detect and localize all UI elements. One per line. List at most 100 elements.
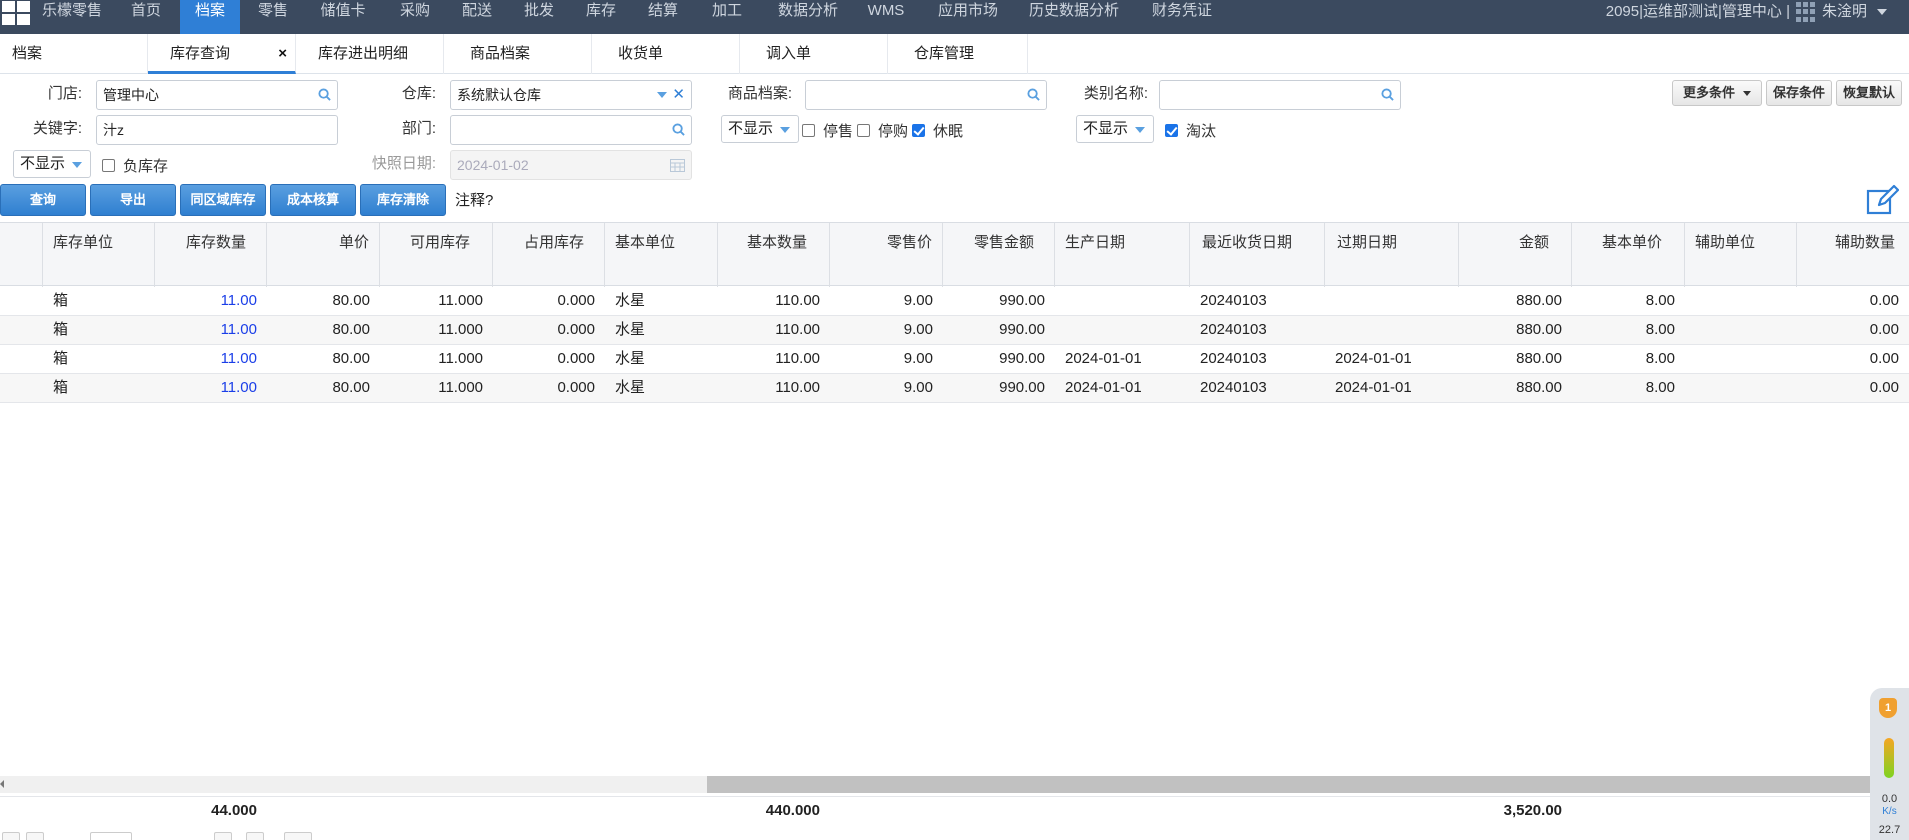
nav-item-distribution[interactable]: 配送 (454, 0, 500, 34)
tab-inventory-query[interactable]: 库存查询 × (148, 34, 296, 74)
table-row[interactable]: 箱 11.00 80.00 11.000 0.000 水星 110.00 9.00 990.00… (0, 316, 1909, 345)
column-header[interactable]: 辅助单位 (1685, 223, 1797, 287)
store-input[interactable]: 管理中心 (96, 80, 338, 110)
column-header[interactable]: 零售金额 (943, 223, 1055, 287)
same-region-stock-button[interactable]: 同区域库存 (180, 184, 266, 216)
first-page-button[interactable] (2, 832, 20, 840)
table-cell: 9.00 (903, 379, 933, 396)
column-header[interactable]: 零售价 (830, 223, 943, 287)
chevron-down-icon[interactable] (1877, 9, 1887, 15)
tab-label: 商品档案 (470, 45, 531, 62)
column-header[interactable]: 最近收货日期 (1190, 223, 1325, 287)
column-header[interactable]: 可用库存 (380, 223, 493, 287)
nav-item-inventory[interactable]: 库存 (578, 0, 624, 34)
nav-item-processing[interactable]: 加工 (704, 0, 750, 34)
column-header[interactable]: 金额 (1459, 223, 1572, 287)
table-row[interactable]: 箱 11.00 80.00 11.000 0.000 水星 110.00 9.00 990.00… (0, 287, 1909, 316)
tab-archive[interactable]: 档案 (0, 34, 148, 74)
nav-item-archive[interactable]: 档案 (180, 0, 240, 34)
scrollbar-thumb[interactable] (707, 776, 1890, 793)
note-link[interactable]: 注释? (455, 189, 493, 210)
nav-item-settlement[interactable]: 结算 (640, 0, 686, 34)
table-cell: 水星 (615, 350, 646, 367)
table-cell: 箱 (53, 379, 69, 396)
search-icon[interactable] (318, 88, 331, 101)
chevron-down-icon[interactable] (657, 92, 667, 98)
column-header[interactable]: 基本单价 (1572, 223, 1685, 287)
table-cell: 水星 (615, 321, 646, 338)
snapshot-date-value: 2024-01-02 (457, 157, 529, 173)
tab-receipt[interactable]: 收货单 (592, 34, 740, 74)
dormant-checkbox[interactable] (912, 124, 925, 137)
keyword-input[interactable]: 汁z (96, 115, 338, 145)
display-select-negative[interactable]: 不显示 (13, 150, 91, 178)
nav-item-history-analysis[interactable]: 历史数据分析 (1024, 0, 1124, 34)
column-header[interactable]: 库存单位 (43, 223, 155, 287)
search-icon[interactable] (672, 123, 685, 136)
nav-item-retail[interactable]: 零售 (250, 0, 296, 34)
prev-page-button[interactable] (26, 832, 44, 840)
calendar-icon (670, 159, 685, 172)
tab-transfer-in[interactable]: 调入单 (740, 34, 888, 74)
last-page-button[interactable] (246, 832, 264, 840)
nav-item-purchase[interactable]: 采购 (392, 0, 438, 34)
brand-name[interactable]: 乐檬零售 (36, 0, 108, 34)
column-header[interactable]: 辅助数量 (1797, 223, 1909, 287)
reset-default-button[interactable]: 恢复默认 (1836, 80, 1902, 106)
nav-item-home[interactable]: 首页 (120, 0, 172, 34)
edit-icon[interactable] (1865, 183, 1899, 217)
apps-grid-icon[interactable] (1795, 2, 1816, 22)
search-icon[interactable] (1027, 88, 1040, 101)
search-icon[interactable] (1381, 88, 1394, 101)
horizontal-scrollbar[interactable] (0, 776, 1890, 793)
clear-icon[interactable]: ✕ (672, 81, 685, 109)
column-header[interactable]: 过期日期 (1325, 223, 1459, 287)
stop-purchase-checkbox[interactable] (857, 124, 870, 137)
scroll-left-icon[interactable] (0, 780, 4, 788)
more-conditions-button[interactable]: 更多条件 (1672, 80, 1762, 106)
app-grid-logo-icon[interactable] (0, 0, 30, 25)
next-page-button[interactable] (214, 832, 232, 840)
tab-product-archive[interactable]: 商品档案 (444, 34, 592, 74)
column-header[interactable]: 基本单位 (605, 223, 718, 287)
table-row[interactable]: 箱 11.00 80.00 11.000 0.000 水星 110.00 9.00 990.00… (0, 345, 1909, 374)
column-header[interactable]: 生产日期 (1055, 223, 1190, 287)
nav-item-data-analysis[interactable]: 数据分析 (770, 0, 846, 34)
negative-stock-checkbox[interactable] (102, 159, 115, 172)
eliminate-checkbox[interactable] (1165, 124, 1178, 137)
save-conditions-button[interactable]: 保存条件 (1766, 80, 1832, 106)
totals-row: 44.000 440.000 3,520.00 (0, 796, 1909, 824)
display-select-eliminate[interactable]: 不显示 (1076, 115, 1154, 143)
column-header[interactable]: 占用库存 (493, 223, 605, 287)
nav-item-wms[interactable]: WMS (862, 0, 910, 34)
dept-input[interactable] (450, 115, 692, 145)
column-header[interactable]: 基本数量 (718, 223, 830, 287)
display-select-status[interactable]: 不显示 (721, 115, 799, 143)
nav-item-stored-card[interactable]: 储值卡 (312, 0, 374, 34)
column-header[interactable]: 单价 (267, 223, 380, 287)
store-value: 管理中心 (103, 87, 159, 103)
user-name[interactable]: 朱淦明 (1822, 1, 1867, 23)
nav-item-app-market[interactable]: 应用市场 (930, 0, 1006, 34)
refresh-button[interactable] (284, 832, 312, 840)
export-button[interactable]: 导出 (90, 184, 176, 216)
cost-accounting-button[interactable]: 成本核算 (270, 184, 356, 216)
table-row[interactable]: 箱 11.00 80.00 11.000 0.000 水星 110.00 9.00 990.00… (0, 374, 1909, 403)
product-input[interactable] (805, 80, 1047, 110)
page-input[interactable] (90, 832, 132, 840)
tab-inventory-detail[interactable]: 库存进出明细 (296, 34, 444, 74)
column-header[interactable]: 库存数量 (155, 223, 267, 287)
warehouse-select[interactable]: 系统默认仓库 ✕ (450, 80, 692, 110)
close-icon[interactable]: × (278, 34, 287, 74)
category-input[interactable] (1159, 80, 1401, 110)
stock-clear-button[interactable]: 库存清除 (360, 184, 446, 216)
stop-sale-checkbox[interactable] (802, 124, 815, 137)
nav-item-finance-voucher[interactable]: 财务凭证 (1142, 0, 1222, 34)
speed-monitor-widget[interactable]: 1 0.0 K/s 22.7 (1870, 688, 1909, 840)
nav-item-wholesale[interactable]: 批发 (516, 0, 562, 34)
chevron-down-icon (1743, 91, 1751, 97)
table-cell: 20240103 (1200, 350, 1267, 367)
query-button[interactable]: 查询 (0, 184, 86, 216)
table-cell: 0.00 (1869, 292, 1899, 309)
tab-warehouse-mgmt[interactable]: 仓库管理 (888, 34, 1028, 74)
